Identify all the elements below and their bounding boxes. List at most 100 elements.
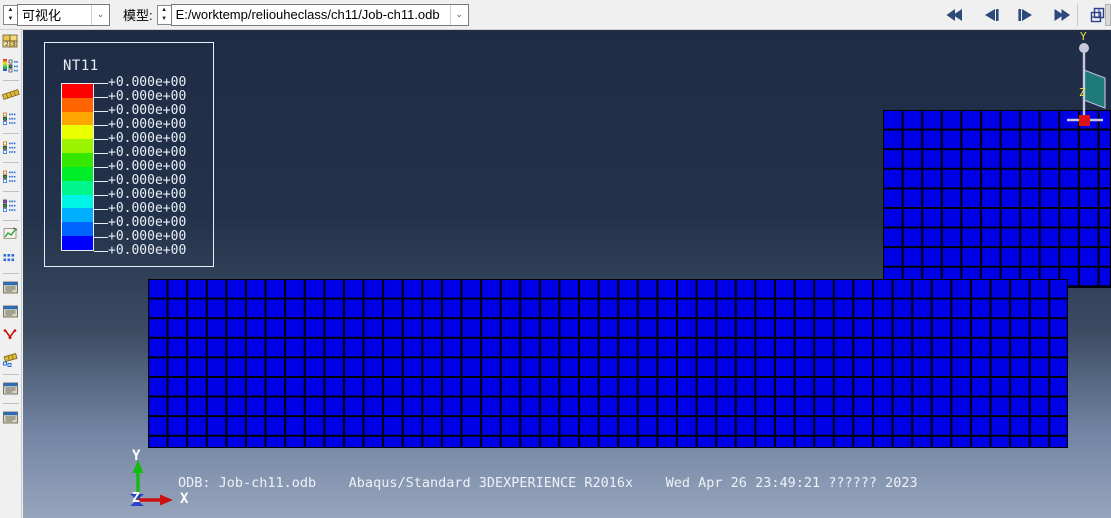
path-plot-icon[interactable] — [0, 247, 21, 271]
legend-swatch-11 — [62, 236, 93, 250]
legend-tick-3 — [94, 125, 108, 126]
legend-tick-5 — [94, 153, 108, 154]
legend-swatch-6 — [62, 166, 93, 181]
viewport-status-text: ODB: Job-ch11.odb Abaqus/Standard 3DEXPE… — [178, 443, 918, 518]
svg-text:3: 3 — [12, 41, 16, 48]
legend-label-5: +0.000e+00 — [108, 145, 187, 160]
module-spinner-up-icon[interactable]: ▲ — [4, 6, 17, 15]
legend-tick-10 — [94, 223, 108, 224]
query-information-icon[interactable] — [0, 276, 21, 300]
legend-tick-9 — [94, 209, 108, 210]
stream-plot-icon[interactable] — [0, 348, 21, 372]
animation-controls — [945, 4, 1072, 26]
legend-label-1: +0.000e+00 — [108, 89, 187, 104]
legend-swatch-8 — [62, 194, 93, 209]
legend-swatch-5 — [62, 153, 93, 167]
legend-swatch-9 — [62, 208, 93, 223]
toolbox-separator — [3, 162, 19, 163]
previous-frame-button[interactable] — [980, 4, 1002, 26]
legend-title: NT11 — [63, 58, 99, 74]
legend-swatch-2 — [62, 111, 93, 126]
module-spinner-down-icon[interactable]: ▼ — [4, 15, 17, 24]
visualization-module-toolbox: 2 3 — [0, 30, 22, 518]
model-combo-value: E:/worktemp/reliouheclass/ch11/Job-ch11.… — [175, 7, 440, 22]
legend-label-11: +0.000e+00 — [108, 229, 187, 244]
xy-data-icon[interactable] — [0, 223, 21, 247]
chevron-down-icon[interactable]: ⌄ — [449, 4, 468, 25]
legend-swatch-0 — [62, 84, 93, 98]
legend-swatch-7 — [62, 180, 93, 195]
legend-swatch-1 — [62, 97, 93, 112]
first-frame-button[interactable] — [945, 4, 967, 26]
context-toolbar: ▲ ▼ 可视化 ⌄ 模型: ▲ ▼ E:/worktemp/reliouhecl… — [0, 0, 1111, 30]
plot-symbols-icon[interactable] — [0, 54, 21, 78]
report-field-output-icon[interactable] — [0, 406, 21, 430]
legend-swatch-4 — [62, 139, 93, 154]
free-body-cut-icon[interactable] — [0, 324, 21, 348]
legend-label-7: +0.000e+00 — [108, 173, 187, 188]
common-options-icon[interactable] — [0, 107, 21, 131]
legend-label-3: +0.000e+00 — [108, 117, 187, 132]
module-spinner[interactable]: ▲ ▼ — [3, 4, 17, 25]
svg-text:2: 2 — [5, 41, 9, 48]
legend-tick-4 — [94, 139, 108, 140]
toolbar-separator — [1077, 4, 1078, 26]
legend-label-4: +0.000e+00 — [108, 131, 187, 146]
legend-labels: +0.000e+00 +0.000e+00 +0.000e+00 +0.000e+00… — [108, 76, 186, 258]
viewport[interactable]: Y Z NT11 +0.000e+00 +0.000e+00 +0.000e+00 +… — [23, 30, 1111, 518]
legend-label-10: +0.000e+00 — [108, 215, 187, 230]
legend-swatch-3 — [62, 125, 93, 140]
legend-swatch-10 — [62, 222, 93, 237]
legend-tick-2 — [94, 111, 108, 112]
triad-z-label: Z — [132, 491, 140, 506]
plot-contours-icon[interactable]: 2 3 — [0, 30, 21, 54]
toolbox-separator — [3, 133, 19, 134]
module-combo[interactable]: 可视化 ⌄ — [17, 3, 110, 26]
toolbox-separator — [3, 220, 19, 221]
material-orientation-icon[interactable] — [0, 83, 21, 107]
display-group-icon[interactable] — [0, 194, 21, 218]
triad-x-label: X — [180, 491, 189, 507]
model-label: 模型: — [123, 8, 153, 23]
legend-tick-11 — [94, 237, 108, 238]
view-cut-options-icon[interactable] — [0, 165, 21, 189]
toolbox-separator — [3, 403, 19, 404]
abaqus-cae-window: ▲ ▼ 可视化 ⌄ 模型: ▲ ▼ E:/worktemp/reliouhecl… — [0, 0, 1111, 518]
legend-tick-8 — [94, 195, 108, 196]
legend-tick-marks — [94, 83, 108, 252]
last-frame-button[interactable] — [1050, 4, 1072, 26]
view-orientation-triad: Y Z — [1053, 30, 1111, 140]
view-triad-y-label: Y — [1080, 30, 1087, 43]
mesh-block-lower[interactable] — [148, 279, 1068, 448]
toolbox-separator — [3, 273, 19, 274]
legend-tick-7 — [94, 181, 108, 182]
legend-label-6: +0.000e+00 — [108, 159, 187, 174]
model-spinner-up-icon[interactable]: ▲ — [158, 6, 171, 15]
toolbox-separator — [3, 80, 19, 81]
legend-label-9: +0.000e+00 — [108, 201, 187, 216]
model-spinner-down-icon[interactable]: ▼ — [158, 15, 171, 24]
legend-tick-12 — [94, 251, 108, 252]
toolbox-separator — [3, 374, 19, 375]
legend-label-0: +0.000e+00 — [108, 75, 187, 90]
legend-tick-0 — [94, 83, 108, 84]
model-combo[interactable]: E:/worktemp/reliouheclass/ch11/Job-ch11.… — [170, 3, 469, 26]
triad-y-label: Y — [132, 448, 141, 464]
chevron-down-icon[interactable]: ⌄ — [91, 4, 109, 25]
create-field-output-icon[interactable] — [0, 377, 21, 401]
toolbox-separator — [3, 191, 19, 192]
probe-values-icon[interactable] — [0, 300, 21, 324]
legend-tick-1 — [94, 97, 108, 98]
legend-label-12: +0.000e+00 — [108, 243, 187, 258]
view-triad-z-label: Z — [1079, 86, 1086, 99]
status-odb-line: ODB: Job-ch11.odb Abaqus/Standard 3DEXPE… — [178, 475, 918, 491]
model-spinner[interactable]: ▲ ▼ — [156, 4, 171, 25]
toolbar-overflow-handle[interactable] — [1105, 4, 1111, 26]
superimpose-options-icon[interactable] — [0, 136, 21, 160]
legend-label-8: +0.000e+00 — [108, 187, 187, 202]
next-frame-button[interactable] — [1015, 4, 1037, 26]
legend-label-2: +0.000e+00 — [108, 103, 187, 118]
legend-color-bar — [61, 83, 94, 251]
module-combo-value: 可视化 — [22, 8, 62, 23]
legend-tick-6 — [94, 167, 108, 168]
